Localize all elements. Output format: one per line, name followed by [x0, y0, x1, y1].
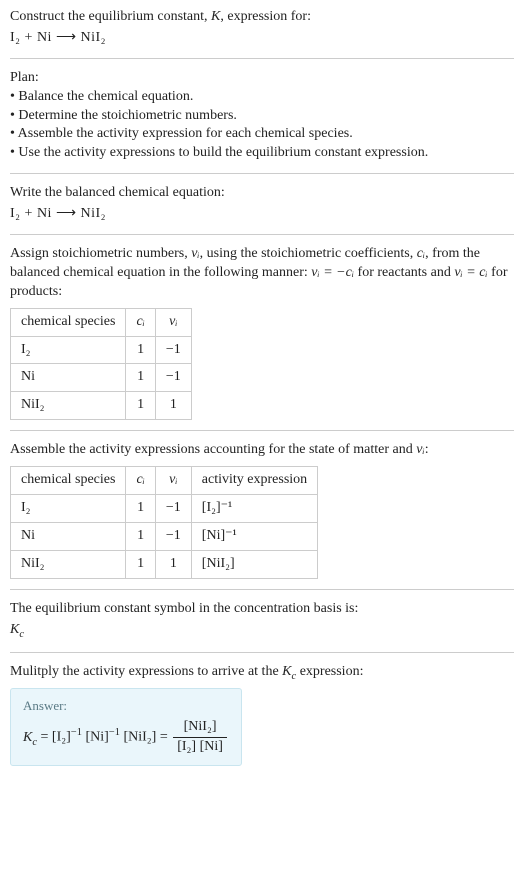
- cell-nu: −1: [155, 495, 191, 523]
- cell-ci: 1: [126, 364, 155, 392]
- col-ci: cᵢ: [126, 467, 155, 495]
- stoich-text-d: for reactants and: [354, 265, 454, 280]
- balanced-section: Write the balanced chemical equation: I₂…: [10, 184, 514, 224]
- stoich-text: Assign stoichiometric numbers, νᵢ, using…: [10, 245, 514, 302]
- cell-species: Ni: [11, 522, 126, 550]
- divider: [10, 173, 514, 174]
- table-row: chemical species cᵢ νᵢ: [11, 308, 192, 336]
- cell-nu: 1: [155, 550, 191, 578]
- cell-species: NiI₂: [11, 392, 126, 420]
- cell-species: NiI₂: [11, 550, 126, 578]
- table-row: NiI₂ 1 1 [NiI₂]: [11, 550, 318, 578]
- stoich-section: Assign stoichiometric numbers, νᵢ, using…: [10, 245, 514, 420]
- stoich-rel1: νᵢ = −cᵢ: [311, 265, 354, 280]
- cell-ci: 1: [126, 550, 155, 578]
- activity-table: chemical species cᵢ νᵢ activity expressi…: [10, 466, 318, 579]
- plan-item: • Use the activity expressions to build …: [10, 144, 514, 163]
- plan-item: • Assemble the activity expression for e…: [10, 125, 514, 144]
- cell-species: I₂: [11, 336, 126, 364]
- intro-text-a: Construct the equilibrium constant,: [10, 9, 211, 24]
- cell-ci: 1: [126, 522, 155, 550]
- divider: [10, 430, 514, 431]
- cell-ci: 1: [126, 495, 155, 523]
- multiply-line: Mulitply the activity expressions to arr…: [10, 663, 514, 684]
- cell-species: I₂: [11, 495, 126, 523]
- cell-ci: 1: [126, 336, 155, 364]
- stoich-text-a: Assign stoichiometric numbers,: [10, 246, 191, 261]
- answer-label: Answer:: [23, 697, 229, 715]
- table-row: Ni 1 −1: [11, 364, 192, 392]
- multiply-kc: Kc: [282, 664, 296, 679]
- multiply-section: Mulitply the activity expressions to arr…: [10, 663, 514, 766]
- activity-nu: νᵢ: [416, 442, 424, 457]
- stoich-ci: cᵢ: [417, 246, 425, 261]
- table-row: chemical species cᵢ νᵢ activity expressi…: [11, 467, 318, 495]
- intro-equation: I₂ + Ni ⟶ NiI₂: [10, 29, 514, 48]
- stoich-nu: νᵢ: [191, 246, 199, 261]
- balanced-equation: I₂ + Ni ⟶ NiI₂: [10, 205, 514, 224]
- cell-nu: −1: [155, 364, 191, 392]
- eqconst-symbol: Kc: [10, 621, 514, 642]
- activity-title-b: :: [425, 442, 429, 457]
- cell-nu: −1: [155, 336, 191, 364]
- multiply-line-a: Mulitply the activity expressions to arr…: [10, 664, 282, 679]
- cell-activity-expression: [I₂]⁻¹: [191, 495, 317, 523]
- plan-title: Plan:: [10, 69, 514, 88]
- cell-activity-expression: [Ni]⁻¹: [191, 522, 317, 550]
- divider: [10, 652, 514, 653]
- col-nu: νᵢ: [155, 467, 191, 495]
- stoich-rel2: νᵢ = cᵢ: [454, 265, 487, 280]
- cell-nu: −1: [155, 522, 191, 550]
- multiply-line-b: expression:: [296, 664, 363, 679]
- col-ci: cᵢ: [126, 308, 155, 336]
- cell-nu: 1: [155, 392, 191, 420]
- col-activity-expression: activity expression: [191, 467, 317, 495]
- stoich-table: chemical species cᵢ νᵢ I₂ 1 −1 Ni 1 −1 N…: [10, 308, 192, 421]
- answer-kc: Kc: [23, 730, 37, 745]
- eqconst-section: The equilibrium constant symbol in the c…: [10, 600, 514, 642]
- plan-item: • Determine the stoichiometric numbers.: [10, 107, 514, 126]
- intro-section: Construct the equilibrium constant, K, e…: [10, 8, 514, 48]
- eqconst-line: The equilibrium constant symbol in the c…: [10, 600, 514, 619]
- divider: [10, 589, 514, 590]
- table-row: NiI₂ 1 1: [11, 392, 192, 420]
- cell-ci: 1: [126, 392, 155, 420]
- activity-title: Assemble the activity expressions accoun…: [10, 441, 514, 460]
- col-species: chemical species: [11, 467, 126, 495]
- activity-section: Assemble the activity expressions accoun…: [10, 441, 514, 578]
- cell-species: Ni: [11, 364, 126, 392]
- table-row: Ni 1 −1 [Ni]⁻¹: [11, 522, 318, 550]
- divider: [10, 58, 514, 59]
- activity-title-a: Assemble the activity expressions accoun…: [10, 442, 416, 457]
- table-row: I₂ 1 −1: [11, 336, 192, 364]
- answer-eq1: = [I₂]: [41, 730, 71, 745]
- answer-nii2: [NiI₂] =: [123, 730, 171, 745]
- fraction-denominator: [I₂] [Ni]: [173, 738, 227, 757]
- answer-expression: Kc = [I₂]−1 [Ni]−1 [NiI₂] = [NiI₂] [I₂] …: [23, 718, 229, 757]
- cell-activity-expression: [NiI₂]: [191, 550, 317, 578]
- stoich-text-b: , using the stoichiometric coefficients,: [200, 246, 417, 261]
- answer-fraction: [NiI₂] [I₂] [Ni]: [173, 718, 227, 757]
- balanced-title: Write the balanced chemical equation:: [10, 184, 514, 203]
- intro-text-b: , expression for:: [220, 9, 311, 24]
- intro-text: Construct the equilibrium constant, K, e…: [10, 8, 514, 27]
- answer-box: Answer: Kc = [I₂]−1 [Ni]−1 [NiI₂] = [NiI…: [10, 688, 242, 766]
- plan-section: Plan: • Balance the chemical equation. •…: [10, 69, 514, 163]
- col-nu: νᵢ: [155, 308, 191, 336]
- table-row: I₂ 1 −1 [I₂]⁻¹: [11, 495, 318, 523]
- intro-k: K: [211, 9, 220, 24]
- divider: [10, 234, 514, 235]
- col-species: chemical species: [11, 308, 126, 336]
- fraction-numerator: [NiI₂]: [173, 718, 227, 738]
- answer-ni: [Ni]: [85, 730, 108, 745]
- plan-item: • Balance the chemical equation.: [10, 88, 514, 107]
